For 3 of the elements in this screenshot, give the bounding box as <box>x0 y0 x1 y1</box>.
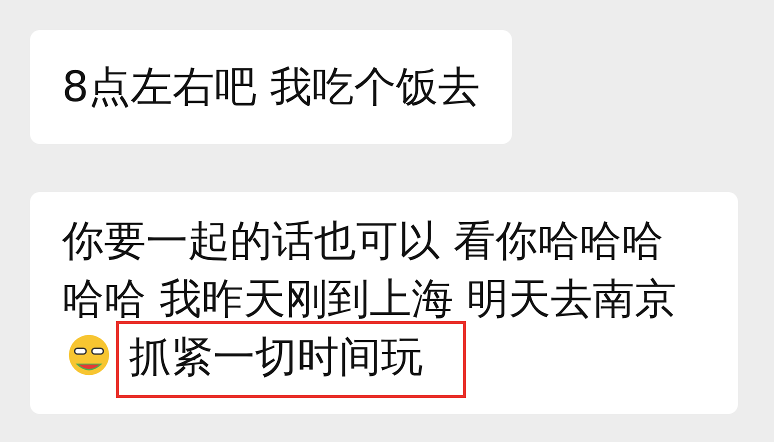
message-text: 8点左右吧 我吃个饭去 <box>62 62 480 111</box>
message-text: 你要一起的话也可以 看你哈哈哈哈哈 我昨天刚到上海 明天去南京 <box>62 216 677 323</box>
highlighted-text: 抓紧一切时间玩 <box>116 321 466 398</box>
